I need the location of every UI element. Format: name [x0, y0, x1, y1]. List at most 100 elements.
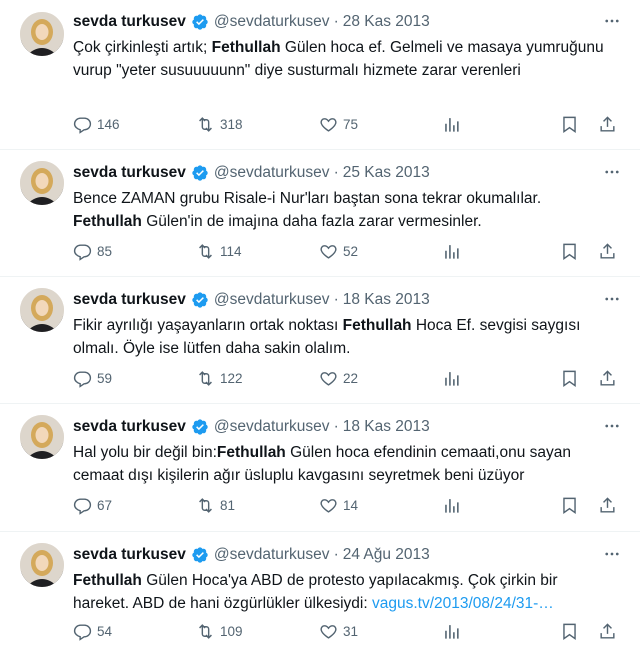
bookmark-button[interactable] [560, 115, 584, 134]
avatar[interactable] [20, 161, 64, 205]
tweet-link[interactable]: vagus.tv/2013/08/24/31-… [372, 595, 554, 612]
like-button[interactable]: 75 [319, 115, 442, 134]
author-name[interactable]: sevda turkusev [73, 418, 186, 436]
share-icon [600, 242, 615, 259]
author-handle[interactable]: @sevdaturkusev [214, 546, 330, 564]
share-icon [600, 496, 615, 513]
retweet-button[interactable]: 318 [196, 115, 319, 134]
reply-icon [73, 243, 92, 261]
share-button[interactable] [598, 115, 622, 134]
retweet-icon [199, 497, 212, 513]
action-bar: 59 122 22 [73, 367, 622, 389]
retweet-icon [199, 623, 212, 639]
retweet-button[interactable]: 122 [196, 369, 319, 388]
views-button[interactable] [442, 369, 560, 388]
analytics-icon [445, 117, 459, 132]
action-bar: 85 114 52 [73, 240, 622, 262]
share-button[interactable] [598, 496, 622, 515]
heart-icon [320, 117, 337, 132]
tweet-text: Fikir ayrılığı yaşayanların ortak noktas… [73, 317, 581, 357]
action-bar: 146 318 75 [73, 113, 622, 135]
heart-icon [320, 498, 337, 513]
views-button[interactable] [442, 622, 560, 641]
retweet-icon [199, 116, 212, 132]
tweet-date[interactable]: 28 Kas 2013 [343, 13, 430, 31]
avatar[interactable] [20, 12, 64, 56]
bookmark-icon [563, 116, 576, 133]
avatar[interactable] [20, 415, 64, 459]
author-name[interactable]: sevda turkusev [73, 546, 186, 564]
retweet-button[interactable]: 114 [196, 242, 319, 261]
action-bar: 67 81 14 [73, 494, 622, 516]
reply-icon [73, 623, 92, 641]
like-button[interactable]: 31 [319, 622, 442, 641]
reply-icon [73, 497, 92, 515]
tweet-date[interactable]: 24 Ağu 2013 [343, 546, 430, 564]
author-handle[interactable]: @sevdaturkusev [214, 418, 330, 436]
share-button[interactable] [598, 242, 622, 261]
share-icon [600, 622, 615, 639]
like-button[interactable]: 14 [319, 496, 442, 515]
tweet-text: Bence ZAMAN grubu Risale-i Nur'ları başt… [73, 190, 542, 230]
more-options-icon[interactable] [602, 11, 622, 31]
retweet-icon [199, 243, 212, 259]
avatar[interactable] [20, 543, 64, 587]
verified-badge-icon [191, 546, 209, 564]
heart-icon [320, 244, 337, 259]
reply-button[interactable]: 54 [73, 622, 196, 641]
tweet-text: Hal yolu bir değil bin:Fethullah Gülen h… [73, 444, 572, 484]
analytics-icon [445, 624, 459, 639]
author-handle[interactable]: @sevdaturkusev [214, 164, 330, 182]
author-name[interactable]: sevda turkusev [73, 164, 186, 182]
author-name[interactable]: sevda turkusev [73, 13, 186, 31]
share-button[interactable] [598, 369, 622, 388]
author-handle[interactable]: @sevdaturkusev [214, 291, 330, 309]
action-bar: 54 109 31 [73, 620, 622, 642]
tweet-date[interactable]: 25 Kas 2013 [343, 164, 430, 182]
analytics-icon [445, 371, 459, 386]
views-button[interactable] [442, 115, 560, 134]
tweet-feed: sevda turkusev @sevdaturkusev · 28 Kas 2… [0, 0, 640, 647]
separator: · [333, 291, 339, 308]
more-options-icon[interactable] [602, 544, 622, 564]
bookmark-button[interactable] [560, 622, 584, 641]
analytics-icon [445, 498, 459, 513]
more-options-icon[interactable] [602, 289, 622, 309]
bookmark-icon [563, 370, 576, 387]
tweet-text: Fethullah Gülen Hoca'ya ABD de protesto … [73, 572, 558, 612]
bookmark-button[interactable] [560, 242, 584, 261]
reply-button[interactable]: 85 [73, 242, 196, 261]
heart-icon [320, 371, 337, 386]
retweet-button[interactable]: 81 [196, 496, 319, 515]
verified-badge-icon [191, 418, 209, 436]
reply-icon [73, 370, 92, 388]
retweet-icon [199, 370, 212, 386]
tweet[interactable]: sevda turkusev @sevdaturkusev · 28 Kas 2… [0, 0, 640, 150]
tweet[interactable]: sevda turkusev @sevdaturkusev · 25 Kas 2… [0, 151, 640, 277]
tweet-date[interactable]: 18 Kas 2013 [343, 291, 430, 309]
bookmark-icon [563, 243, 576, 260]
author-handle[interactable]: @sevdaturkusev [214, 13, 330, 31]
reply-button[interactable]: 59 [73, 369, 196, 388]
bookmark-icon [563, 497, 576, 514]
share-button[interactable] [598, 622, 622, 641]
author-name[interactable]: sevda turkusev [73, 291, 186, 309]
more-options-icon[interactable] [602, 162, 622, 182]
bookmark-button[interactable] [560, 496, 584, 515]
like-button[interactable]: 22 [319, 369, 442, 388]
more-options-icon[interactable] [602, 416, 622, 436]
tweet-date[interactable]: 18 Kas 2013 [343, 418, 430, 436]
tweet[interactable]: sevda turkusev @sevdaturkusev · 18 Kas 2… [0, 405, 640, 532]
share-icon [600, 115, 615, 132]
like-button[interactable]: 52 [319, 242, 442, 261]
tweet[interactable]: sevda turkusev @sevdaturkusev · 18 Kas 2… [0, 278, 640, 404]
avatar[interactable] [20, 288, 64, 332]
share-icon [600, 369, 615, 386]
reply-button[interactable]: 67 [73, 496, 196, 515]
retweet-button[interactable]: 109 [196, 622, 319, 641]
views-button[interactable] [442, 496, 560, 515]
reply-button[interactable]: 146 [73, 115, 196, 134]
bookmark-button[interactable] [560, 369, 584, 388]
tweet[interactable]: sevda turkusev @sevdaturkusev · 24 Ağu 2… [0, 533, 640, 647]
views-button[interactable] [442, 242, 560, 261]
